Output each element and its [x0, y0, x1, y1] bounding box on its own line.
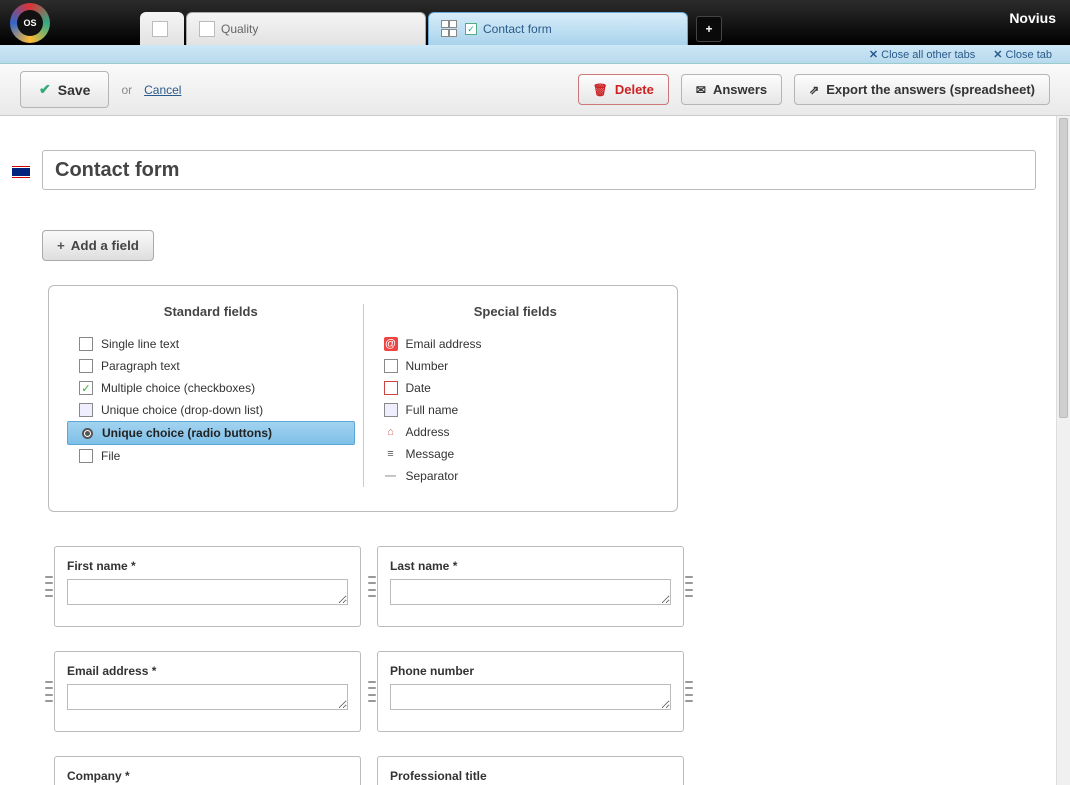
calendar-icon [384, 381, 398, 395]
top-bar: OS Quality ✓ Contact form + Novius [0, 0, 1070, 45]
field-date[interactable]: Date [372, 377, 660, 399]
drag-handle-icon[interactable] [685, 681, 693, 703]
close-icon: ✕ [993, 49, 1002, 61]
form-field-company[interactable]: Company * [54, 756, 361, 785]
plus-icon: + [57, 238, 65, 253]
drag-handle-icon[interactable] [685, 576, 693, 598]
field-input[interactable] [67, 579, 348, 605]
field-input[interactable] [390, 684, 671, 710]
form-field-first-name[interactable]: First name * [54, 546, 361, 627]
external-link-icon: ⇗ [809, 83, 819, 97]
save-button[interactable]: ✔ Save [20, 71, 109, 108]
tabs: Quality ✓ Contact form + [140, 0, 722, 45]
field-number[interactable]: Number [372, 355, 660, 377]
scrollbar[interactable] [1056, 116, 1070, 785]
plus-icon: + [705, 22, 712, 36]
column-header: Special fields [364, 304, 668, 319]
field-single-line-text[interactable]: Single line text [67, 333, 355, 355]
column-header: Standard fields [59, 304, 363, 319]
form-field-email[interactable]: Email address * [54, 651, 361, 732]
field-separator[interactable]: —Separator [372, 465, 660, 487]
field-input[interactable] [67, 684, 348, 710]
form-field-professional-title[interactable]: Professional title [377, 756, 684, 785]
paragraph-icon [79, 359, 93, 373]
dropdown-icon [79, 403, 93, 417]
standard-fields-column: Standard fields Single line text Paragra… [59, 304, 364, 487]
close-tab-link[interactable]: ✕Close tab [993, 48, 1052, 61]
number-icon [384, 359, 398, 373]
export-button[interactable]: ⇗ Export the answers (spreadsheet) [794, 74, 1050, 105]
separator-icon: — [384, 469, 398, 483]
fields-panel: Standard fields Single line text Paragra… [48, 285, 678, 512]
document-icon [152, 21, 168, 37]
app-logo[interactable]: OS [0, 0, 60, 45]
special-fields-column: Special fields @Email address Number Dat… [364, 304, 668, 487]
trash-icon: 🗑 [593, 83, 608, 97]
field-input[interactable] [390, 579, 671, 605]
drag-handle-icon[interactable] [368, 681, 376, 703]
delete-button[interactable]: 🗑 Delete [578, 74, 669, 105]
form-row: First name * Last name * [54, 546, 684, 627]
field-label: Last name * [390, 559, 671, 573]
flag-icon [12, 166, 30, 178]
field-email[interactable]: @Email address [372, 333, 660, 355]
document-icon [199, 21, 215, 37]
form-row: Company * Professional title [54, 756, 684, 785]
field-file[interactable]: File [67, 445, 355, 467]
drag-handle-icon[interactable] [45, 681, 53, 703]
email-icon: @ [384, 337, 398, 351]
answers-button[interactable]: ✉ Answers [681, 74, 782, 105]
field-radio-buttons[interactable]: Unique choice (radio buttons) [67, 421, 355, 445]
field-address[interactable]: ⌂Address [372, 421, 660, 443]
person-icon [384, 403, 398, 417]
or-label: or [121, 83, 132, 97]
cancel-link[interactable]: Cancel [144, 83, 181, 97]
form-layout: First name * Last name * Email address *… [54, 546, 684, 785]
field-paragraph-text[interactable]: Paragraph text [67, 355, 355, 377]
file-icon [79, 449, 93, 463]
checkbox-icon: ✓ [465, 23, 477, 35]
form-row: Email address * Phone number [54, 651, 684, 732]
brand-label: Novius [1009, 10, 1056, 26]
text-icon [79, 337, 93, 351]
message-icon: ≡ [384, 447, 398, 461]
form-icon [441, 20, 459, 38]
tab-contact-form[interactable]: ✓ Contact form [428, 12, 688, 45]
field-label: Email address * [67, 664, 348, 678]
form-title-wrapper [42, 150, 1036, 190]
field-fullname[interactable]: Full name [372, 399, 660, 421]
field-dropdown[interactable]: Unique choice (drop-down list) [67, 399, 355, 421]
mail-icon: ✉ [696, 83, 706, 97]
field-label: Company * [67, 769, 348, 783]
field-label: First name * [67, 559, 348, 573]
field-label: Professional title [390, 769, 671, 783]
form-field-phone[interactable]: Phone number [377, 651, 684, 732]
drag-handle-icon[interactable] [368, 576, 376, 598]
tab-add[interactable]: + [696, 16, 722, 42]
tab-label: Quality [221, 22, 258, 36]
close-all-tabs-link[interactable]: ✕Close all other tabs [869, 48, 975, 61]
add-field-button[interactable]: + Add a field [42, 230, 154, 261]
action-bar: ✔ Save or Cancel 🗑 Delete ✉ Answers ⇗ Ex… [0, 64, 1070, 116]
field-label: Phone number [390, 664, 671, 678]
content-area: + Add a field Standard fields Single lin… [0, 116, 1056, 785]
form-title-input[interactable] [42, 150, 1036, 190]
scroll-thumb[interactable] [1059, 118, 1068, 418]
home-icon: ⌂ [384, 425, 398, 439]
field-message[interactable]: ≡Message [372, 443, 660, 465]
tab-label: Contact form [483, 22, 552, 36]
tab-home[interactable] [140, 12, 184, 45]
close-icon: ✕ [869, 49, 878, 61]
field-multiple-choice[interactable]: ✓Multiple choice (checkboxes) [67, 377, 355, 399]
tab-actions-strip: ✕Close all other tabs ✕Close tab [0, 45, 1070, 64]
radio-icon [80, 426, 94, 440]
checkbox-icon: ✓ [79, 381, 93, 395]
tab-quality[interactable]: Quality [186, 12, 426, 45]
drag-handle-icon[interactable] [45, 576, 53, 598]
check-icon: ✔ [39, 81, 51, 98]
form-field-last-name[interactable]: Last name * [377, 546, 684, 627]
